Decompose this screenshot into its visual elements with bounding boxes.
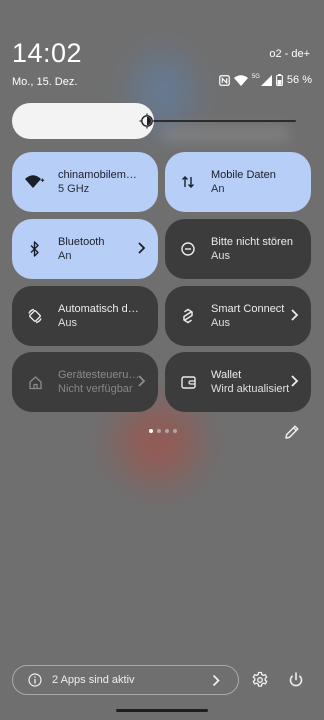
mobile-data-icon (177, 171, 199, 193)
tile-subtitle: Aus (58, 317, 77, 329)
tile-auto-rotate[interactable]: Automatisch drehen Aus (12, 286, 158, 346)
clock: 14:02 (12, 38, 83, 68)
chevron-right-icon[interactable] (289, 374, 299, 388)
chevron-right-icon[interactable] (136, 374, 146, 388)
page-dot (165, 429, 169, 433)
nfc-icon (219, 74, 230, 86)
tile-subtitle: 5 GHz (58, 183, 90, 195)
chevron-right-icon[interactable] (136, 241, 146, 255)
tile-wifi[interactable]: chinamobilemag.de 5 GHz (12, 152, 158, 212)
network-type: 5G (251, 74, 260, 80)
brightness-icon (139, 113, 155, 129)
bluetooth-icon (24, 238, 46, 260)
background-blur-red (118, 405, 198, 480)
active-apps-label: 2 Apps sind aktiv (52, 674, 135, 686)
tile-subtitle: An (58, 250, 72, 262)
battery-icon (275, 74, 283, 86)
tile-wallet[interactable]: Wallet Wird aktualisiert (165, 352, 311, 412)
page-dot (173, 429, 177, 433)
info-icon (28, 673, 42, 687)
brightness-slider[interactable] (12, 103, 296, 139)
tile-title: Bluetooth (58, 236, 105, 248)
page-dot (157, 429, 161, 433)
chevron-right-icon (211, 674, 220, 687)
tile-title: Bitte nicht stören (211, 236, 293, 248)
tile-do-not-disturb[interactable]: Bitte nicht stören Aus (165, 219, 311, 279)
home-icon (24, 371, 46, 393)
wifi-icon (233, 74, 248, 86)
wallet-icon (177, 371, 199, 393)
auto-rotate-icon (24, 305, 46, 327)
tile-title: Mobile Daten (211, 169, 276, 181)
tile-subtitle: Nicht verfügbar (58, 383, 133, 395)
power-icon[interactable] (287, 671, 305, 689)
do-not-disturb-icon (177, 238, 199, 260)
brightness-fill[interactable] (12, 103, 154, 139)
tile-smart-connect[interactable]: Smart Connect Aus (165, 286, 311, 346)
navigation-handle[interactable] (116, 709, 208, 712)
tile-bluetooth[interactable]: Bluetooth An (12, 219, 158, 279)
tile-title: Wallet (211, 369, 242, 381)
edit-icon[interactable] (283, 423, 301, 441)
tile-subtitle: Aus (211, 250, 230, 262)
active-apps-button[interactable]: 2 Apps sind aktiv (12, 665, 239, 695)
tile-subtitle: Aus (211, 317, 230, 329)
tile-title: Gerätesteuerung (58, 369, 140, 381)
chevron-right-icon[interactable] (289, 308, 299, 322)
page-indicator (149, 429, 177, 433)
tile-title: Automatisch drehen (58, 303, 140, 315)
wifi-icon (24, 171, 46, 193)
tile-subtitle: Wird aktualisiert (211, 383, 290, 395)
settings-icon[interactable] (251, 671, 269, 689)
tile-title: Smart Connect (211, 303, 285, 315)
battery-percent: 56 % (286, 74, 312, 86)
page-dot (149, 429, 153, 433)
date: Mo., 15. Dez. (12, 76, 78, 88)
tile-subtitle: An (211, 183, 225, 195)
carrier-name: o2 - de+ (269, 48, 310, 60)
signal-icon (260, 74, 272, 86)
brightness-track[interactable] (152, 120, 296, 122)
tile-device-controls[interactable]: Gerätesteuerung Nicht verfügbar (12, 352, 158, 412)
status-icons: 5G 56 % (219, 74, 312, 86)
tile-mobile-data[interactable]: Mobile Daten An (165, 152, 311, 212)
tile-title: chinamobilemag.de (58, 169, 140, 181)
smart-connect-icon (177, 305, 199, 327)
